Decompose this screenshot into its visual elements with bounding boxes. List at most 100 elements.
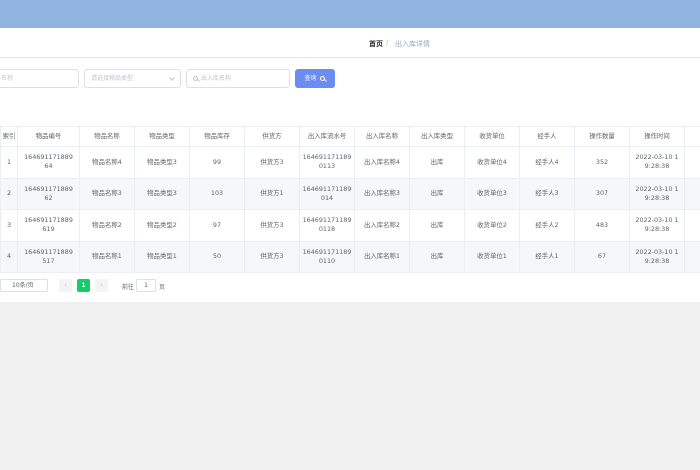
header-item-code: 物品编号	[17, 126, 80, 147]
cell-receiver: 收货单位1	[464, 240, 520, 273]
cell-supplier: 供货方3	[244, 240, 300, 273]
page-size-select[interactable]: 10条/页	[0, 279, 48, 292]
page-unit-label: 页	[159, 284, 166, 291]
top-bar	[0, 0, 700, 28]
cell-item-type: 物品类型2	[134, 209, 190, 242]
breadcrumb-current: 出入库详情	[395, 40, 430, 48]
cell-supplier: 供货方3	[244, 146, 300, 179]
inout-name-input[interactable]: 出入库名称	[186, 69, 290, 88]
cell-extra	[684, 177, 700, 210]
next-page-button[interactable]: ›	[95, 279, 108, 292]
chevron-left-icon: ‹	[64, 281, 67, 289]
chevron-down-icon	[169, 75, 175, 81]
header-supplier: 供货方	[244, 126, 300, 147]
prev-page-button[interactable]: ‹	[59, 279, 72, 292]
goto-label: 前往	[122, 284, 135, 291]
header-index: 索引	[0, 126, 18, 147]
goto-page-input[interactable]: 1	[136, 279, 156, 292]
page-size-label: 10条/页	[12, 282, 34, 289]
header-item-type: 物品类型	[134, 126, 190, 147]
search-icon	[193, 76, 198, 81]
breadcrumb-home[interactable]: 首页	[369, 39, 383, 49]
cell-index: 2	[0, 177, 18, 210]
cell-receiver: 收货单位3	[464, 177, 520, 210]
cell-item-name: 物品名称4	[79, 146, 135, 179]
cell-time: 2022-03-10 1 9:28:38	[629, 177, 685, 210]
breadcrumb: 首页 / 出入库详情	[0, 28, 700, 58]
cell-inout-name: 出入库名称3	[354, 177, 410, 210]
cell-index: 1	[0, 146, 18, 179]
header-item-name: 物品名称	[79, 126, 135, 147]
cell-inout-type: 出库	[409, 146, 465, 179]
cell-item-name: 物品名称1	[79, 240, 135, 273]
cell-item-stock: 99	[189, 146, 245, 179]
inout-name-placeholder: 出入库名称	[201, 75, 232, 82]
cell-item-code: 164691171889 517	[17, 240, 80, 273]
cell-item-stock: 50	[189, 240, 245, 273]
chevron-right-icon: ›	[100, 281, 103, 289]
cell-inout-name: 出入库名称1	[354, 240, 410, 273]
header-handler: 经手人	[519, 126, 575, 147]
cell-serial-no: 164691171189 0110	[299, 240, 355, 273]
cell-inout-type: 出库	[409, 240, 465, 273]
cell-quantity: 352	[574, 146, 630, 179]
table-body: 1 164691171889 64 物品名称4 物品类型3 99 供货方3 16469117…	[0, 146, 700, 273]
table-row[interactable]: 1 164691171889 64 物品名称4 物品类型3 99 供货方3 16469117…	[0, 146, 700, 179]
cell-receiver: 收货单位2	[464, 209, 520, 242]
cell-supplier: 供货方1	[244, 177, 300, 210]
cell-item-name: 物品名称2	[79, 209, 135, 242]
cell-handler: 经手人1	[519, 240, 575, 273]
breadcrumb-separator: /	[386, 39, 389, 47]
cell-inout-name: 出入库名称2	[354, 209, 410, 242]
table-row[interactable]: 4 164691171889 517 物品名称1 物品类型1 50 供货方3 1646911…	[0, 240, 700, 273]
cell-item-code: 164691171889 619	[17, 209, 80, 242]
cell-handler: 经手人3	[519, 177, 575, 210]
cell-item-type: 物品类型3	[134, 146, 190, 179]
cell-inout-name: 出入库名称4	[354, 146, 410, 179]
cell-serial-no: 164691171189 0113	[299, 146, 355, 179]
header-quantity: 操作数量	[574, 126, 630, 147]
search-button[interactable]: 查询	[295, 69, 335, 88]
main-content: 名称 请选择物品类型 出入库名称 查询 索引 物品编号 物品名称 物品类型 物品…	[0, 58, 700, 302]
header-inout-name: 出入库名称	[354, 126, 410, 147]
header-receiver: 收货单位	[464, 126, 520, 147]
cell-handler: 经手人2	[519, 209, 575, 242]
cell-index: 3	[0, 209, 18, 242]
table-row[interactable]: 3 164691171889 619 物品名称2 物品类型2 97 供货方3 1646911…	[0, 209, 700, 242]
cell-receiver: 收货单位4	[464, 146, 520, 179]
header-time: 操作时间	[629, 126, 685, 147]
header-extra	[684, 126, 700, 147]
cell-item-type: 物品类型3	[134, 177, 190, 210]
name-search-input[interactable]: 名称	[0, 69, 79, 88]
cell-time: 2022-03-10 1 9:28:38	[629, 240, 685, 273]
cell-quantity: 483	[574, 209, 630, 242]
cell-inout-type: 出库	[409, 177, 465, 210]
header-item-stock: 物品库存	[189, 126, 245, 147]
search-button-label: 查询	[304, 75, 317, 82]
name-placeholder: 名称	[1, 75, 14, 82]
page-number-current[interactable]: 1	[77, 279, 90, 292]
cell-item-code: 164691171889 64	[17, 146, 80, 179]
cell-supplier: 供货方3	[244, 209, 300, 242]
cell-item-code: 164691171889 62	[17, 177, 80, 210]
cell-extra	[684, 209, 700, 242]
item-type-select[interactable]: 请选择物品类型	[84, 69, 181, 88]
cell-item-stock: 103	[189, 177, 245, 210]
header-inout-type: 出入库类型	[409, 126, 465, 147]
cell-item-name: 物品名称3	[79, 177, 135, 210]
cell-extra	[684, 146, 700, 179]
header-serial-no: 出入库流水号	[299, 126, 355, 147]
cell-item-type: 物品类型1	[134, 240, 190, 273]
cell-serial-no: 164691171189 0118	[299, 209, 355, 242]
inout-detail-table: 索引 物品编号 物品名称 物品类型 物品库存 供货方 出入库流水号 出入库名称 …	[0, 126, 700, 273]
cell-extra	[684, 240, 700, 273]
cell-time: 2022-03-10 1 9:28:38	[629, 209, 685, 242]
table-row[interactable]: 2 164691171889 62 物品名称3 物品类型3 103 供货方1 1646911…	[0, 177, 700, 210]
cell-time: 2022-03-10 1 9:28:38	[629, 146, 685, 179]
search-icon	[320, 76, 326, 81]
cell-quantity: 67	[574, 240, 630, 273]
cell-index: 4	[0, 240, 18, 273]
cell-serial-no: 164691171189 014	[299, 177, 355, 210]
cell-quantity: 307	[574, 177, 630, 210]
item-type-placeholder: 请选择物品类型	[91, 75, 134, 82]
